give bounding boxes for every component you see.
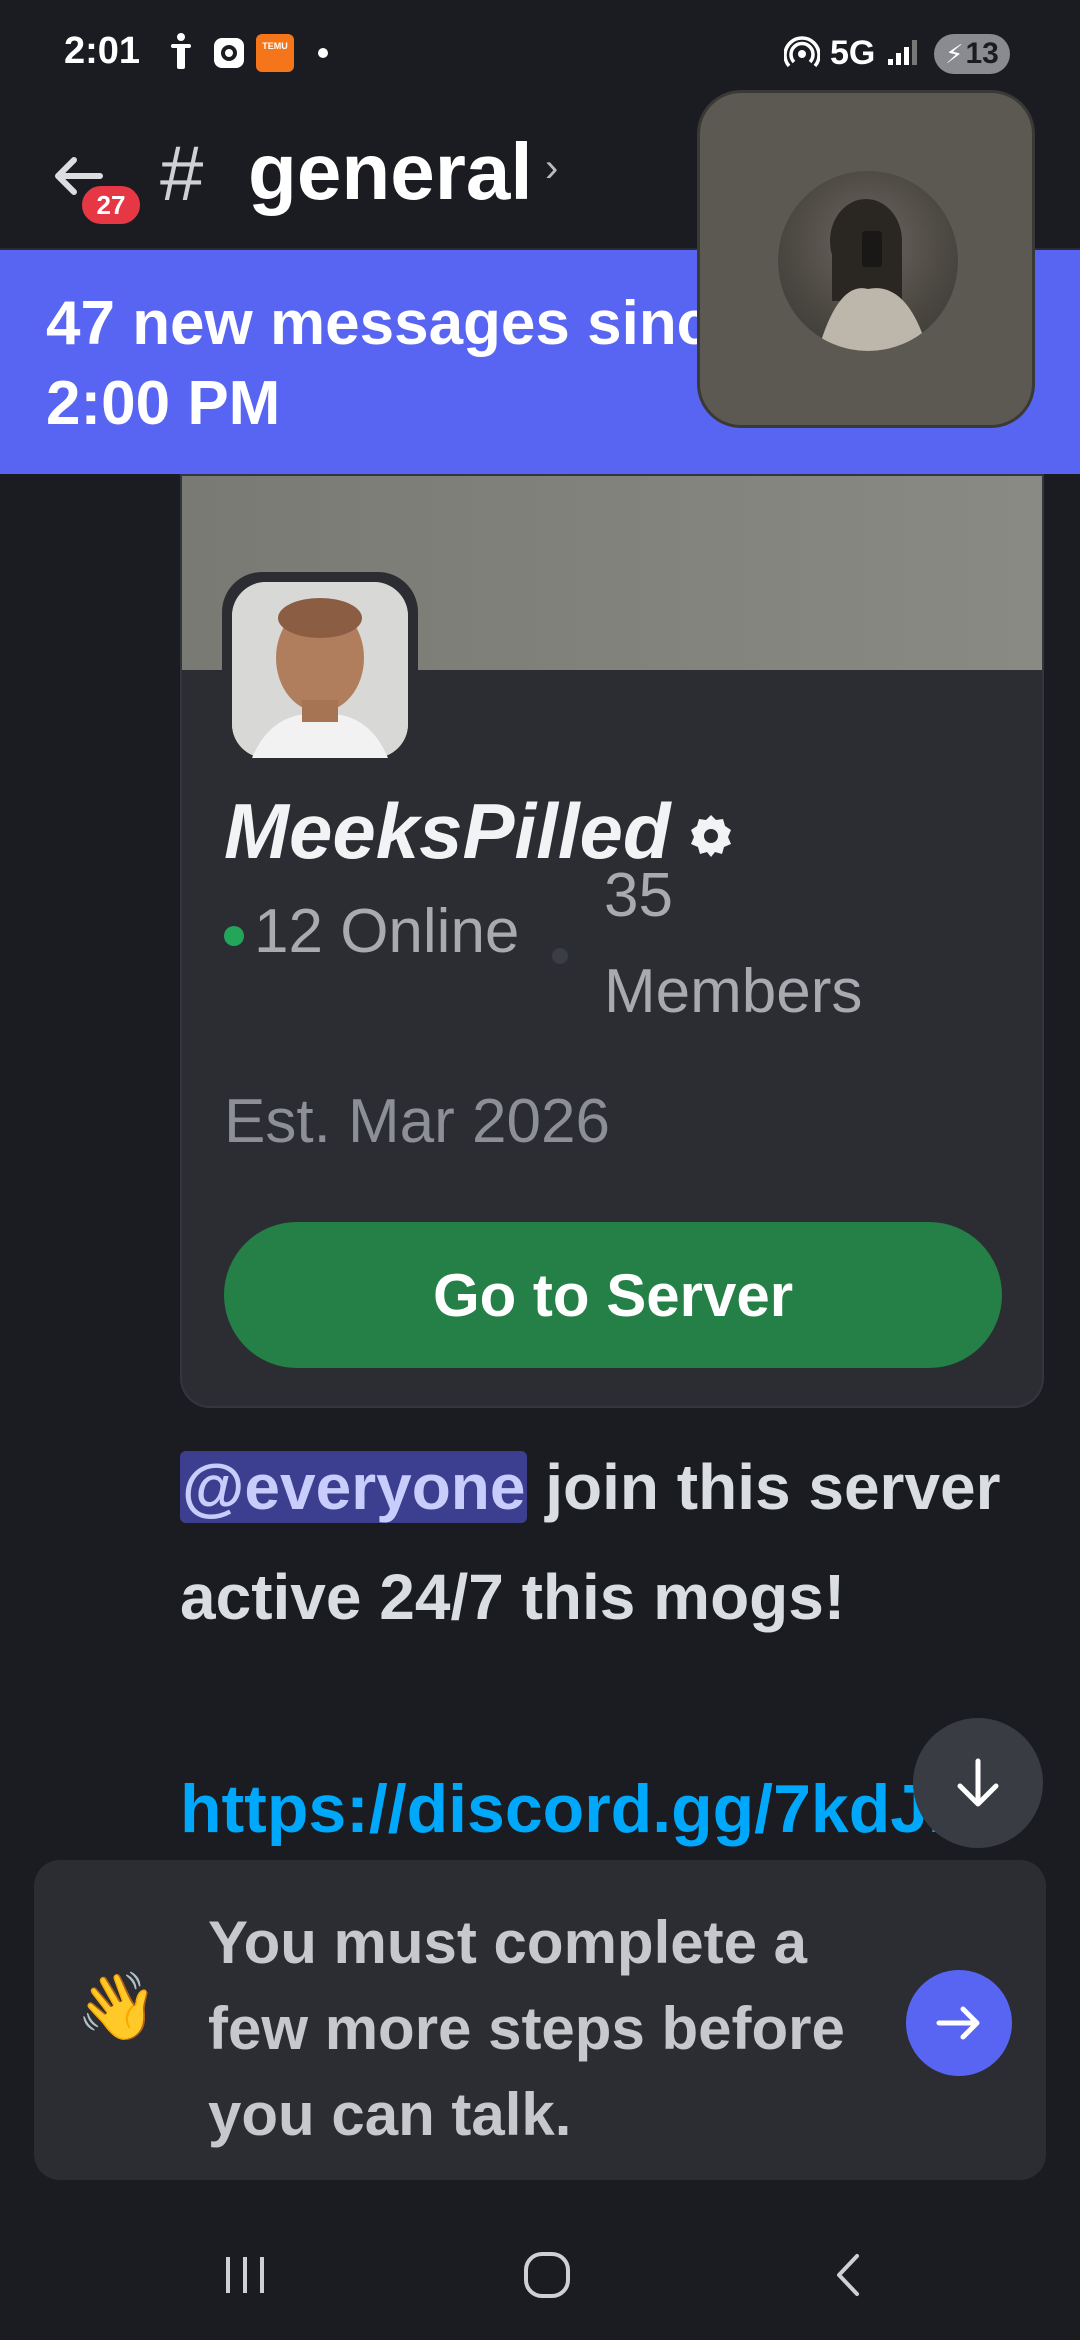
status-time: 2:01 (64, 30, 141, 72)
battery-level: 13 (965, 37, 999, 70)
invite-link[interactable]: https://discord.gg/7kdJ1 (180, 1770, 1040, 1848)
charging-icon: ⚡ (945, 38, 964, 69)
banner-line-1: 47 new messages since (46, 289, 746, 358)
home-icon (524, 2252, 570, 2298)
call-participant-avatar (778, 171, 958, 351)
app-notification-icon (212, 30, 246, 74)
home-button[interactable] (512, 2240, 582, 2310)
notification-dot (318, 48, 328, 58)
recents-icon (226, 2257, 264, 2293)
network-type: 5G (830, 34, 876, 72)
online-dot (224, 925, 244, 946)
channel-name[interactable]: general (248, 126, 533, 218)
banner-line-2: 2:00 PM (46, 369, 281, 438)
system-nav-bar (0, 2200, 1080, 2340)
continue-onboarding-button[interactable] (906, 1970, 1012, 2076)
unread-badge: 27 (78, 182, 144, 228)
chevron-right-icon[interactable]: › (545, 146, 558, 191)
online-count-row: 12 Online (224, 896, 519, 967)
channel-hash-icon: # (160, 129, 204, 217)
online-count: 12 Online (254, 897, 520, 966)
recent-apps-button[interactable] (210, 2240, 280, 2310)
everyone-mention[interactable]: @everyone (180, 1451, 528, 1523)
separator-dot (552, 948, 568, 964)
onboarding-notice: You must complete a few more steps befor… (208, 1909, 845, 2148)
battery-indicator: ⚡ 13 (934, 34, 1010, 74)
member-count: 35 Members (604, 861, 863, 1026)
hotspot-icon (784, 30, 820, 74)
arrow-down-icon (957, 1758, 999, 1807)
server-invite-card: MeeksPilled 12 Online 35 Members Est. Ma… (180, 474, 1044, 1408)
go-to-server-button[interactable]: Go to Server (224, 1222, 1002, 1368)
signal-icon (886, 30, 922, 74)
jump-to-present-button[interactable] (913, 1718, 1043, 1848)
floating-call-tile[interactable] (697, 90, 1035, 428)
arrow-right-icon (936, 2006, 980, 2040)
server-icon (222, 572, 418, 768)
onboarding-required-bar[interactable]: 👋 You must complete a few more steps bef… (34, 1860, 1046, 2180)
message-text: @everyone join this server active 24/7 t… (180, 1432, 1040, 1652)
established-date: Est. Mar 2026 (224, 1087, 610, 1156)
accessibility-icon (168, 30, 194, 74)
temu-icon: TEMU (256, 34, 294, 72)
waving-hand-icon: 👋 (76, 1969, 159, 2043)
back-nav-button[interactable] (814, 2240, 884, 2310)
chevron-left-icon (837, 2254, 859, 2296)
